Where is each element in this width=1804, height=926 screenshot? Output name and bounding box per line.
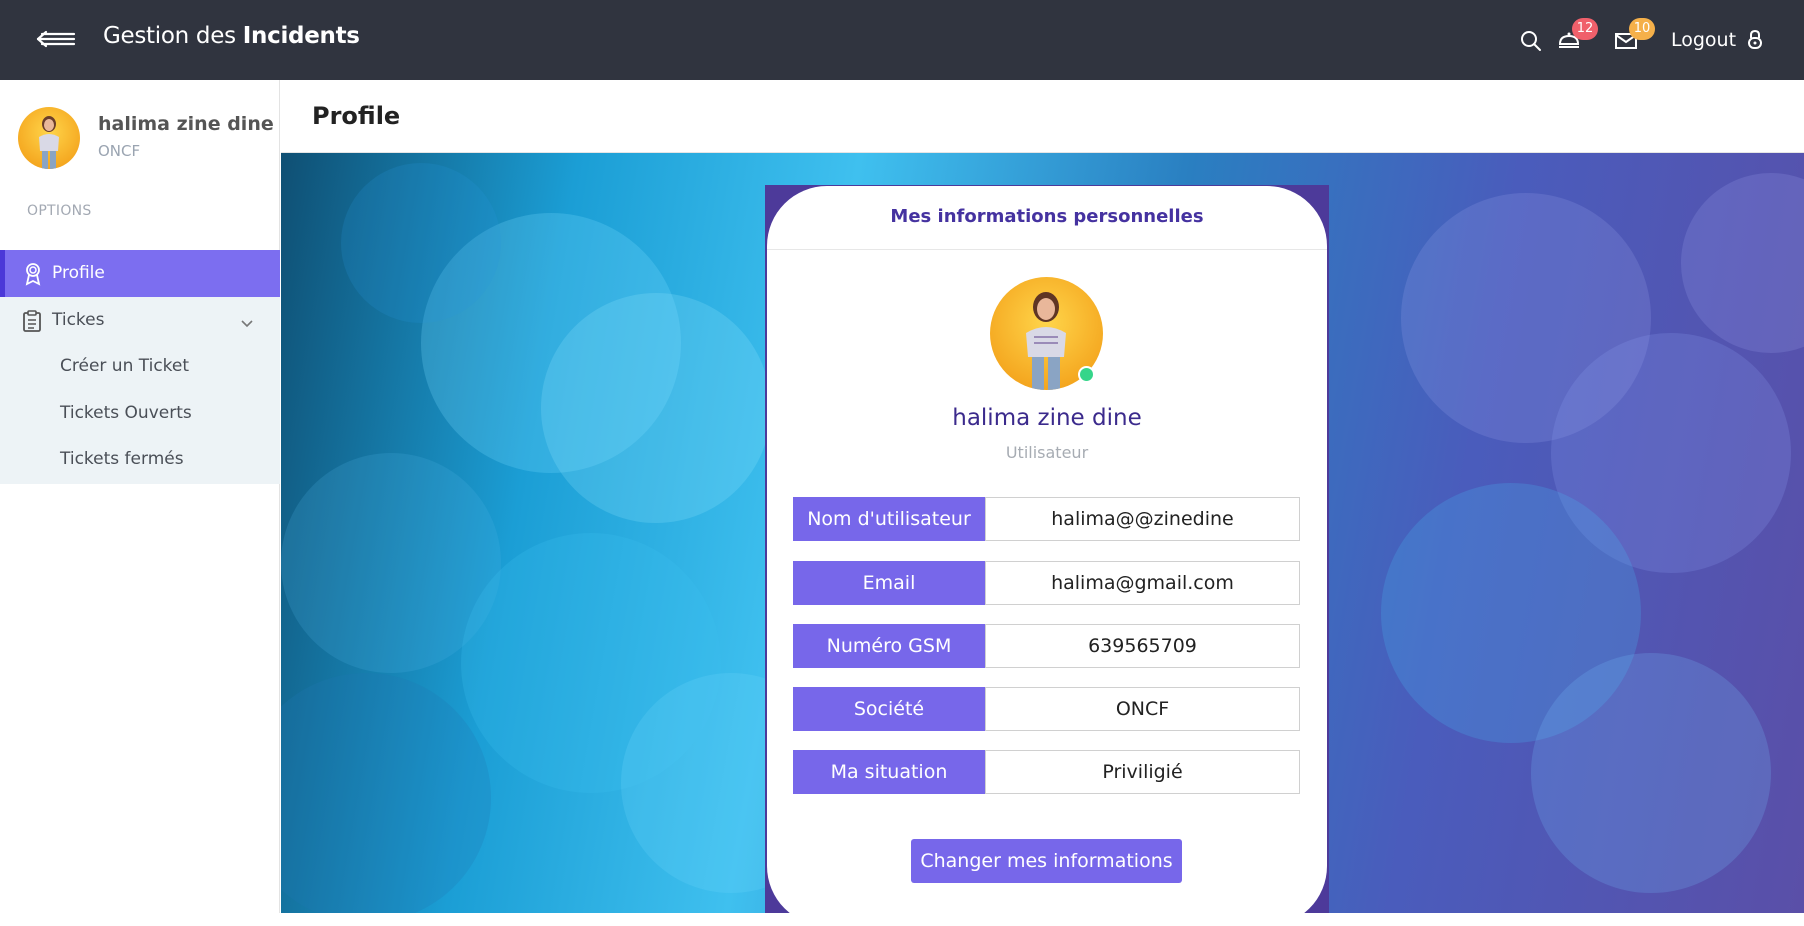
top-bar: Gestion des Incidents 12 10 Logout: [0, 0, 1804, 80]
sidebar-user-org: ONCF: [98, 142, 141, 160]
sidebar-item-label: Profile: [52, 263, 105, 283]
field-label-phone: Numéro GSM: [793, 624, 985, 668]
chevron-down-icon: [240, 314, 254, 333]
search-icon[interactable]: [1518, 28, 1544, 54]
sidebar: halima zine dine ONCF OPTIONS Profile Ti…: [0, 80, 280, 913]
sidebar-submenu: Créer un Ticket Tickets Ouverts Tickets …: [0, 344, 280, 484]
field-value-situation[interactable]: Priviligié: [985, 750, 1300, 794]
sidebar-subitem-closed-tickets[interactable]: Tickets fermés: [60, 449, 184, 469]
page-title: Profile: [312, 102, 401, 130]
sidebar-section-label: OPTIONS: [27, 203, 92, 219]
menu-toggle-icon[interactable]: [34, 26, 76, 52]
sidebar-subitem-create-ticket[interactable]: Créer un Ticket: [60, 356, 189, 376]
field-label-email: Email: [793, 561, 985, 605]
field-label-situation: Ma situation: [793, 750, 985, 794]
online-status-indicator: [1078, 366, 1095, 383]
app-title[interactable]: Gestion des Incidents: [103, 23, 360, 49]
profile-role: Utilisateur: [1005, 443, 1089, 462]
logout-button[interactable]: Logout: [1671, 28, 1764, 51]
clipboard-icon: [22, 309, 42, 337]
app-title-light: Gestion des: [103, 23, 243, 49]
field-value-email[interactable]: halima@gmail.com: [985, 561, 1300, 605]
card-title: Mes informations personnelles: [890, 206, 1204, 227]
field-value-username[interactable]: halima@@zinedine: [985, 497, 1300, 541]
change-info-button[interactable]: Changer mes informations: [911, 839, 1182, 883]
messages-badge: 10: [1629, 18, 1655, 40]
field-value-phone[interactable]: 639565709: [985, 624, 1300, 668]
sidebar-item-tickes[interactable]: Tickes: [0, 297, 280, 344]
sidebar-user-name: halima zine dine: [98, 113, 274, 135]
app-title-bold: Incidents: [242, 23, 360, 49]
field-label-username: Nom d'utilisateur: [793, 497, 985, 541]
profile-name: halima zine dine: [952, 405, 1142, 431]
avatar: [18, 107, 80, 169]
field-value-company[interactable]: ONCF: [985, 687, 1300, 731]
logout-label: Logout: [1671, 29, 1737, 51]
field-label-company: Société: [793, 687, 985, 731]
page-header: [281, 80, 1804, 153]
sidebar-item-profile[interactable]: Profile: [0, 250, 280, 297]
notifications-badge: 12: [1572, 18, 1598, 40]
lock-icon: [1748, 29, 1763, 49]
sidebar-item-label: Tickes: [52, 310, 105, 330]
sidebar-subitem-open-tickets[interactable]: Tickets Ouverts: [60, 403, 192, 423]
award-icon: [23, 262, 43, 290]
